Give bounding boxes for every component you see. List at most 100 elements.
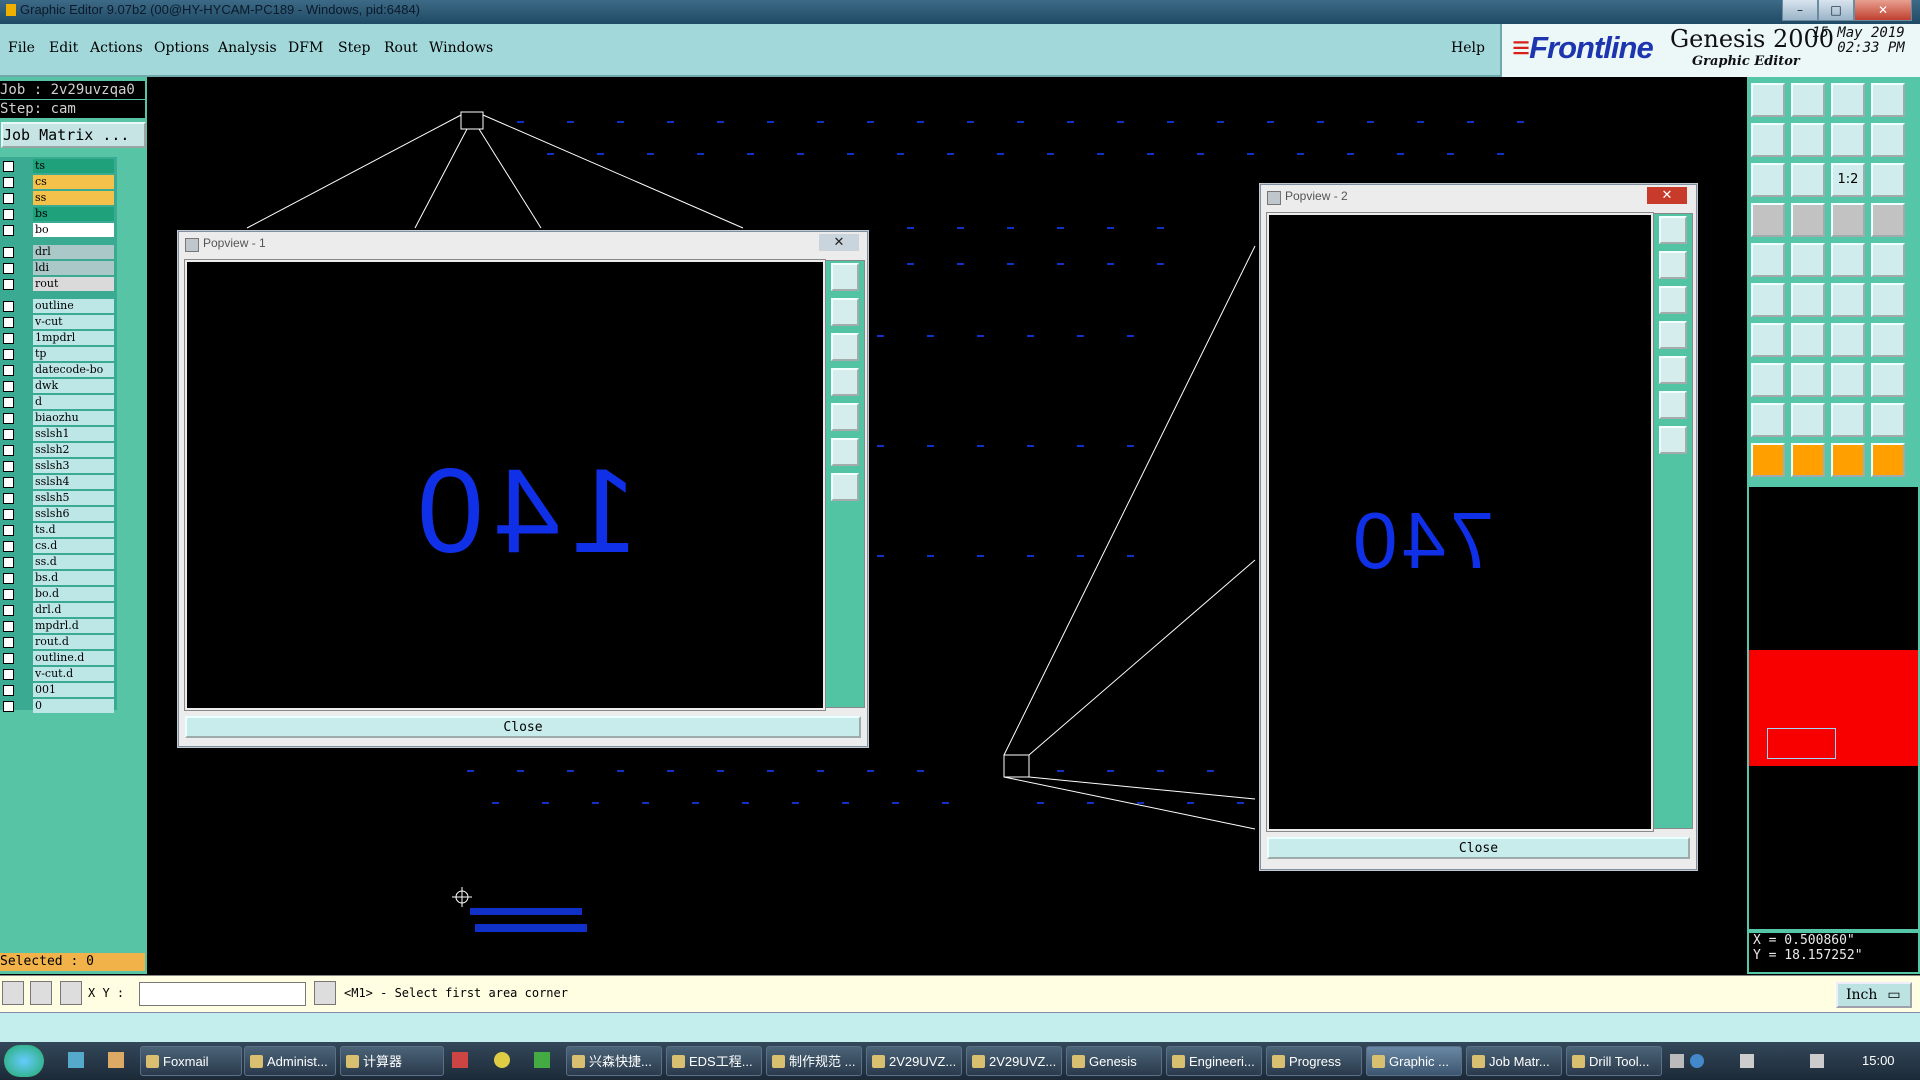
layer-row[interactable]: ts: [0, 159, 117, 174]
select-box-icon[interactable]: [1791, 443, 1825, 477]
task-genesis[interactable]: Genesis: [1066, 1046, 1162, 1076]
minimize-button[interactable]: –: [1782, 0, 1818, 21]
volume-icon[interactable]: [1810, 1054, 1824, 1068]
zoom-in-icon[interactable]: [831, 473, 859, 501]
layer-name[interactable]: ss: [33, 191, 114, 205]
mirror-icon[interactable]: [1871, 323, 1905, 357]
start-button-icon[interactable]: [4, 1045, 44, 1077]
layer-checkbox[interactable]: [3, 685, 14, 696]
zoom-out-icon[interactable]: [831, 438, 859, 466]
menu-dfm[interactable]: DFM: [288, 40, 323, 56]
pan-down-icon[interactable]: [831, 333, 859, 361]
triangle-icon[interactable]: [1751, 403, 1785, 437]
text-a-icon[interactable]: [1791, 403, 1825, 437]
layer-name[interactable]: tp: [33, 347, 114, 361]
measure-icon[interactable]: [1831, 203, 1865, 237]
layer-row[interactable]: sslsh4: [0, 475, 117, 490]
layer-name[interactable]: bo.d: [33, 587, 114, 601]
view-previous-icon[interactable]: [1791, 83, 1825, 117]
layer-name[interactable]: bo: [33, 223, 114, 237]
edge-node-icon[interactable]: [1831, 283, 1865, 317]
layer-name[interactable]: rout.d: [33, 635, 114, 649]
slash-icon[interactable]: [1791, 323, 1825, 357]
layer-row[interactable]: v-cut: [0, 315, 117, 330]
task-2v29uvz-2[interactable]: 2V29UVZ...: [966, 1046, 1062, 1076]
help-tray-icon[interactable]: [1690, 1054, 1704, 1068]
draw-line-icon[interactable]: [1791, 243, 1825, 277]
tray-app-icon[interactable]: [494, 1052, 510, 1068]
layer-name[interactable]: rout: [33, 277, 114, 291]
explorer-icon[interactable]: [108, 1052, 124, 1068]
pan-left-icon[interactable]: [1659, 321, 1687, 349]
task-job-matrix[interactable]: Job Matr...: [1466, 1046, 1562, 1076]
layer-checkbox[interactable]: [3, 493, 14, 504]
popview-2-close-icon[interactable]: ✕: [1647, 187, 1687, 204]
pan-right-icon[interactable]: [831, 403, 859, 431]
layer-name[interactable]: bs: [33, 207, 114, 221]
pan-up-icon[interactable]: [1659, 251, 1687, 279]
menu-edit[interactable]: Edit: [49, 40, 78, 56]
task-spec[interactable]: 制作规范 ...: [766, 1046, 862, 1076]
network-icon[interactable]: [1740, 1054, 1754, 1068]
layer-row[interactable]: bo.d: [0, 587, 117, 602]
select-net-icon[interactable]: [1871, 443, 1905, 477]
pan-left-icon[interactable]: [1751, 123, 1785, 157]
zoom-box-icon[interactable]: [831, 263, 859, 291]
mini-map-viewport[interactable]: [1767, 728, 1836, 759]
move-icon[interactable]: [1831, 363, 1865, 397]
layer-row[interactable]: sslsh3: [0, 459, 117, 474]
layer-checkbox[interactable]: [3, 653, 14, 664]
task-graphic[interactable]: Graphic ...: [1366, 1046, 1462, 1076]
arc-node-icon[interactable]: [1871, 283, 1905, 317]
view-split-icon[interactable]: [1871, 83, 1905, 117]
mini-map[interactable]: [1749, 487, 1918, 929]
layer-name[interactable]: sslsh3: [33, 459, 114, 473]
layer-checkbox[interactable]: [3, 541, 14, 552]
job-matrix-button[interactable]: Job Matrix ...: [1, 122, 146, 148]
layer-name[interactable]: mpdrl.d: [33, 619, 114, 633]
layer-checkbox[interactable]: [3, 279, 14, 290]
xy-input[interactable]: [139, 982, 306, 1006]
maximize-button[interactable]: □: [1818, 0, 1854, 21]
layer-checkbox[interactable]: [3, 247, 14, 258]
layer-name[interactable]: 1mpdrl: [33, 331, 114, 345]
task-engineering[interactable]: Engineeri...: [1166, 1046, 1262, 1076]
pan-right-icon[interactable]: [1659, 356, 1687, 384]
layer-name[interactable]: outline.d: [33, 651, 114, 665]
task-progress[interactable]: Progress: [1266, 1046, 1362, 1076]
compare-icon[interactable]: [1871, 203, 1905, 237]
layer-name[interactable]: v-cut: [33, 315, 114, 329]
ie-icon[interactable]: [68, 1052, 84, 1068]
layer-name[interactable]: biaozhu: [33, 411, 114, 425]
task-foxmail[interactable]: Foxmail: [140, 1046, 242, 1076]
layer-row[interactable]: sslsh1: [0, 427, 117, 442]
select-arrow-icon[interactable]: [1751, 443, 1785, 477]
layer-checkbox[interactable]: [3, 557, 14, 568]
layer-name[interactable]: sslsh4: [33, 475, 114, 489]
layer-name[interactable]: ts: [33, 159, 114, 173]
zoom-in-icon[interactable]: [1791, 163, 1825, 197]
popview-1-close-button[interactable]: Close: [185, 716, 861, 738]
angle-icon[interactable]: [1751, 323, 1785, 357]
zoom-one-to-two-icon[interactable]: 1:2: [1831, 163, 1865, 197]
close-window-button[interactable]: ✕: [1854, 0, 1912, 21]
menu-options[interactable]: Options: [154, 40, 209, 56]
layer-row[interactable]: cs: [0, 175, 117, 190]
view-home-icon[interactable]: [1751, 83, 1785, 117]
unit-selector[interactable]: Inch ▭: [1836, 982, 1912, 1008]
layer-row[interactable]: v-cut.d: [0, 667, 117, 682]
rotate-icon[interactable]: [1831, 323, 1865, 357]
layer-row[interactable]: sslsh6: [0, 507, 117, 522]
layer-row[interactable]: rout.d: [0, 635, 117, 650]
tray-app-icon[interactable]: [534, 1052, 550, 1068]
snap-mode-icon[interactable]: [2, 981, 24, 1005]
help-icon[interactable]: [1871, 163, 1905, 197]
layer-checkbox[interactable]: [3, 397, 14, 408]
clock[interactable]: 15:00: [1862, 1053, 1895, 1068]
cross-node-icon[interactable]: [1791, 283, 1825, 317]
layer-row[interactable]: sslsh5: [0, 491, 117, 506]
layer-row[interactable]: cs.d: [0, 539, 117, 554]
layer-checkbox[interactable]: [3, 605, 14, 616]
layer-name[interactable]: drl.d: [33, 603, 114, 617]
task-drill-tool[interactable]: Drill Tool...: [1566, 1046, 1662, 1076]
